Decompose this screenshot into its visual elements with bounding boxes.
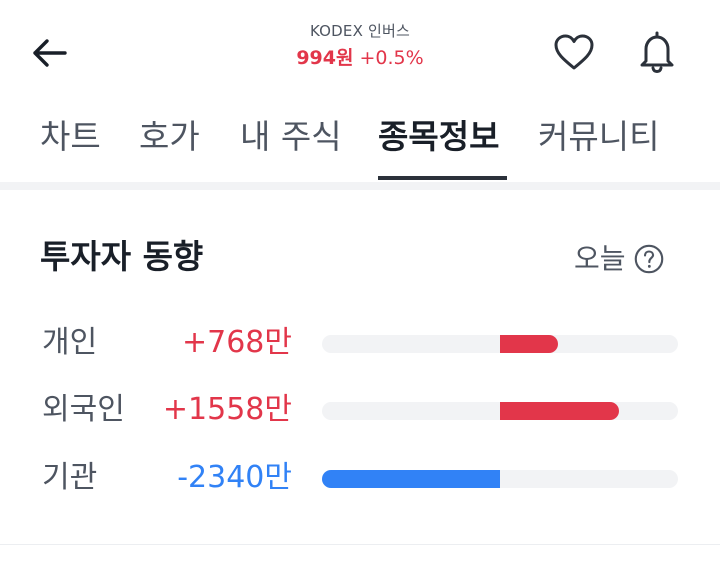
notification-button[interactable] (632, 26, 682, 76)
tab-bar: 차트 호가 내 주식 종목정보 커뮤니티 (0, 100, 720, 182)
active-tab-indicator (378, 176, 507, 180)
bar-fill (500, 335, 559, 353)
favorite-button[interactable] (550, 28, 598, 76)
stock-name: KODEX 인버스 (309, 22, 411, 40)
investor-value: +768만 (182, 325, 292, 360)
investor-row-institution: 기관 -2340만 (0, 453, 720, 503)
arrow-left-icon (33, 39, 67, 67)
bar-fill (322, 470, 500, 488)
bell-icon (640, 31, 674, 73)
tab-chart[interactable]: 차트 (40, 114, 101, 160)
bar-track (322, 402, 678, 420)
period-label: 오늘 (574, 242, 626, 275)
top-bar: KODEX 인버스 994원 +0.5% (0, 0, 720, 100)
bar-fill (500, 402, 619, 420)
bar-track (322, 335, 678, 353)
bar-track (322, 470, 678, 488)
price-change: +0.5% (359, 47, 424, 69)
investor-label: 개인 (42, 325, 98, 360)
current-price: 994원 (296, 47, 354, 69)
section-divider (0, 182, 720, 190)
investor-row-foreign: 외국인 +1558만 (0, 385, 720, 435)
stock-header: KODEX 인버스 994원 +0.5% (200, 20, 520, 70)
heart-icon (554, 34, 594, 70)
question-circle-icon[interactable] (634, 244, 664, 274)
investor-row-individual: 개인 +768만 (0, 318, 720, 368)
investor-label: 외국인 (42, 392, 125, 427)
investor-value: +1558만 (162, 392, 292, 427)
back-button[interactable] (24, 28, 74, 78)
tab-stock-info[interactable]: 종목정보 (378, 114, 499, 160)
tab-orderbook[interactable]: 호가 (139, 114, 200, 160)
price-row: 994원 +0.5% (200, 46, 520, 70)
investor-value: -2340만 (177, 460, 292, 495)
tab-my-stock[interactable]: 내 주식 (240, 114, 342, 160)
period-selector[interactable]: 오늘 (574, 240, 664, 278)
investor-label: 기관 (42, 460, 98, 495)
tab-community[interactable]: 커뮤니티 (538, 114, 659, 160)
bottom-divider (0, 544, 720, 545)
section-title: 투자자 동향 (40, 237, 204, 276)
